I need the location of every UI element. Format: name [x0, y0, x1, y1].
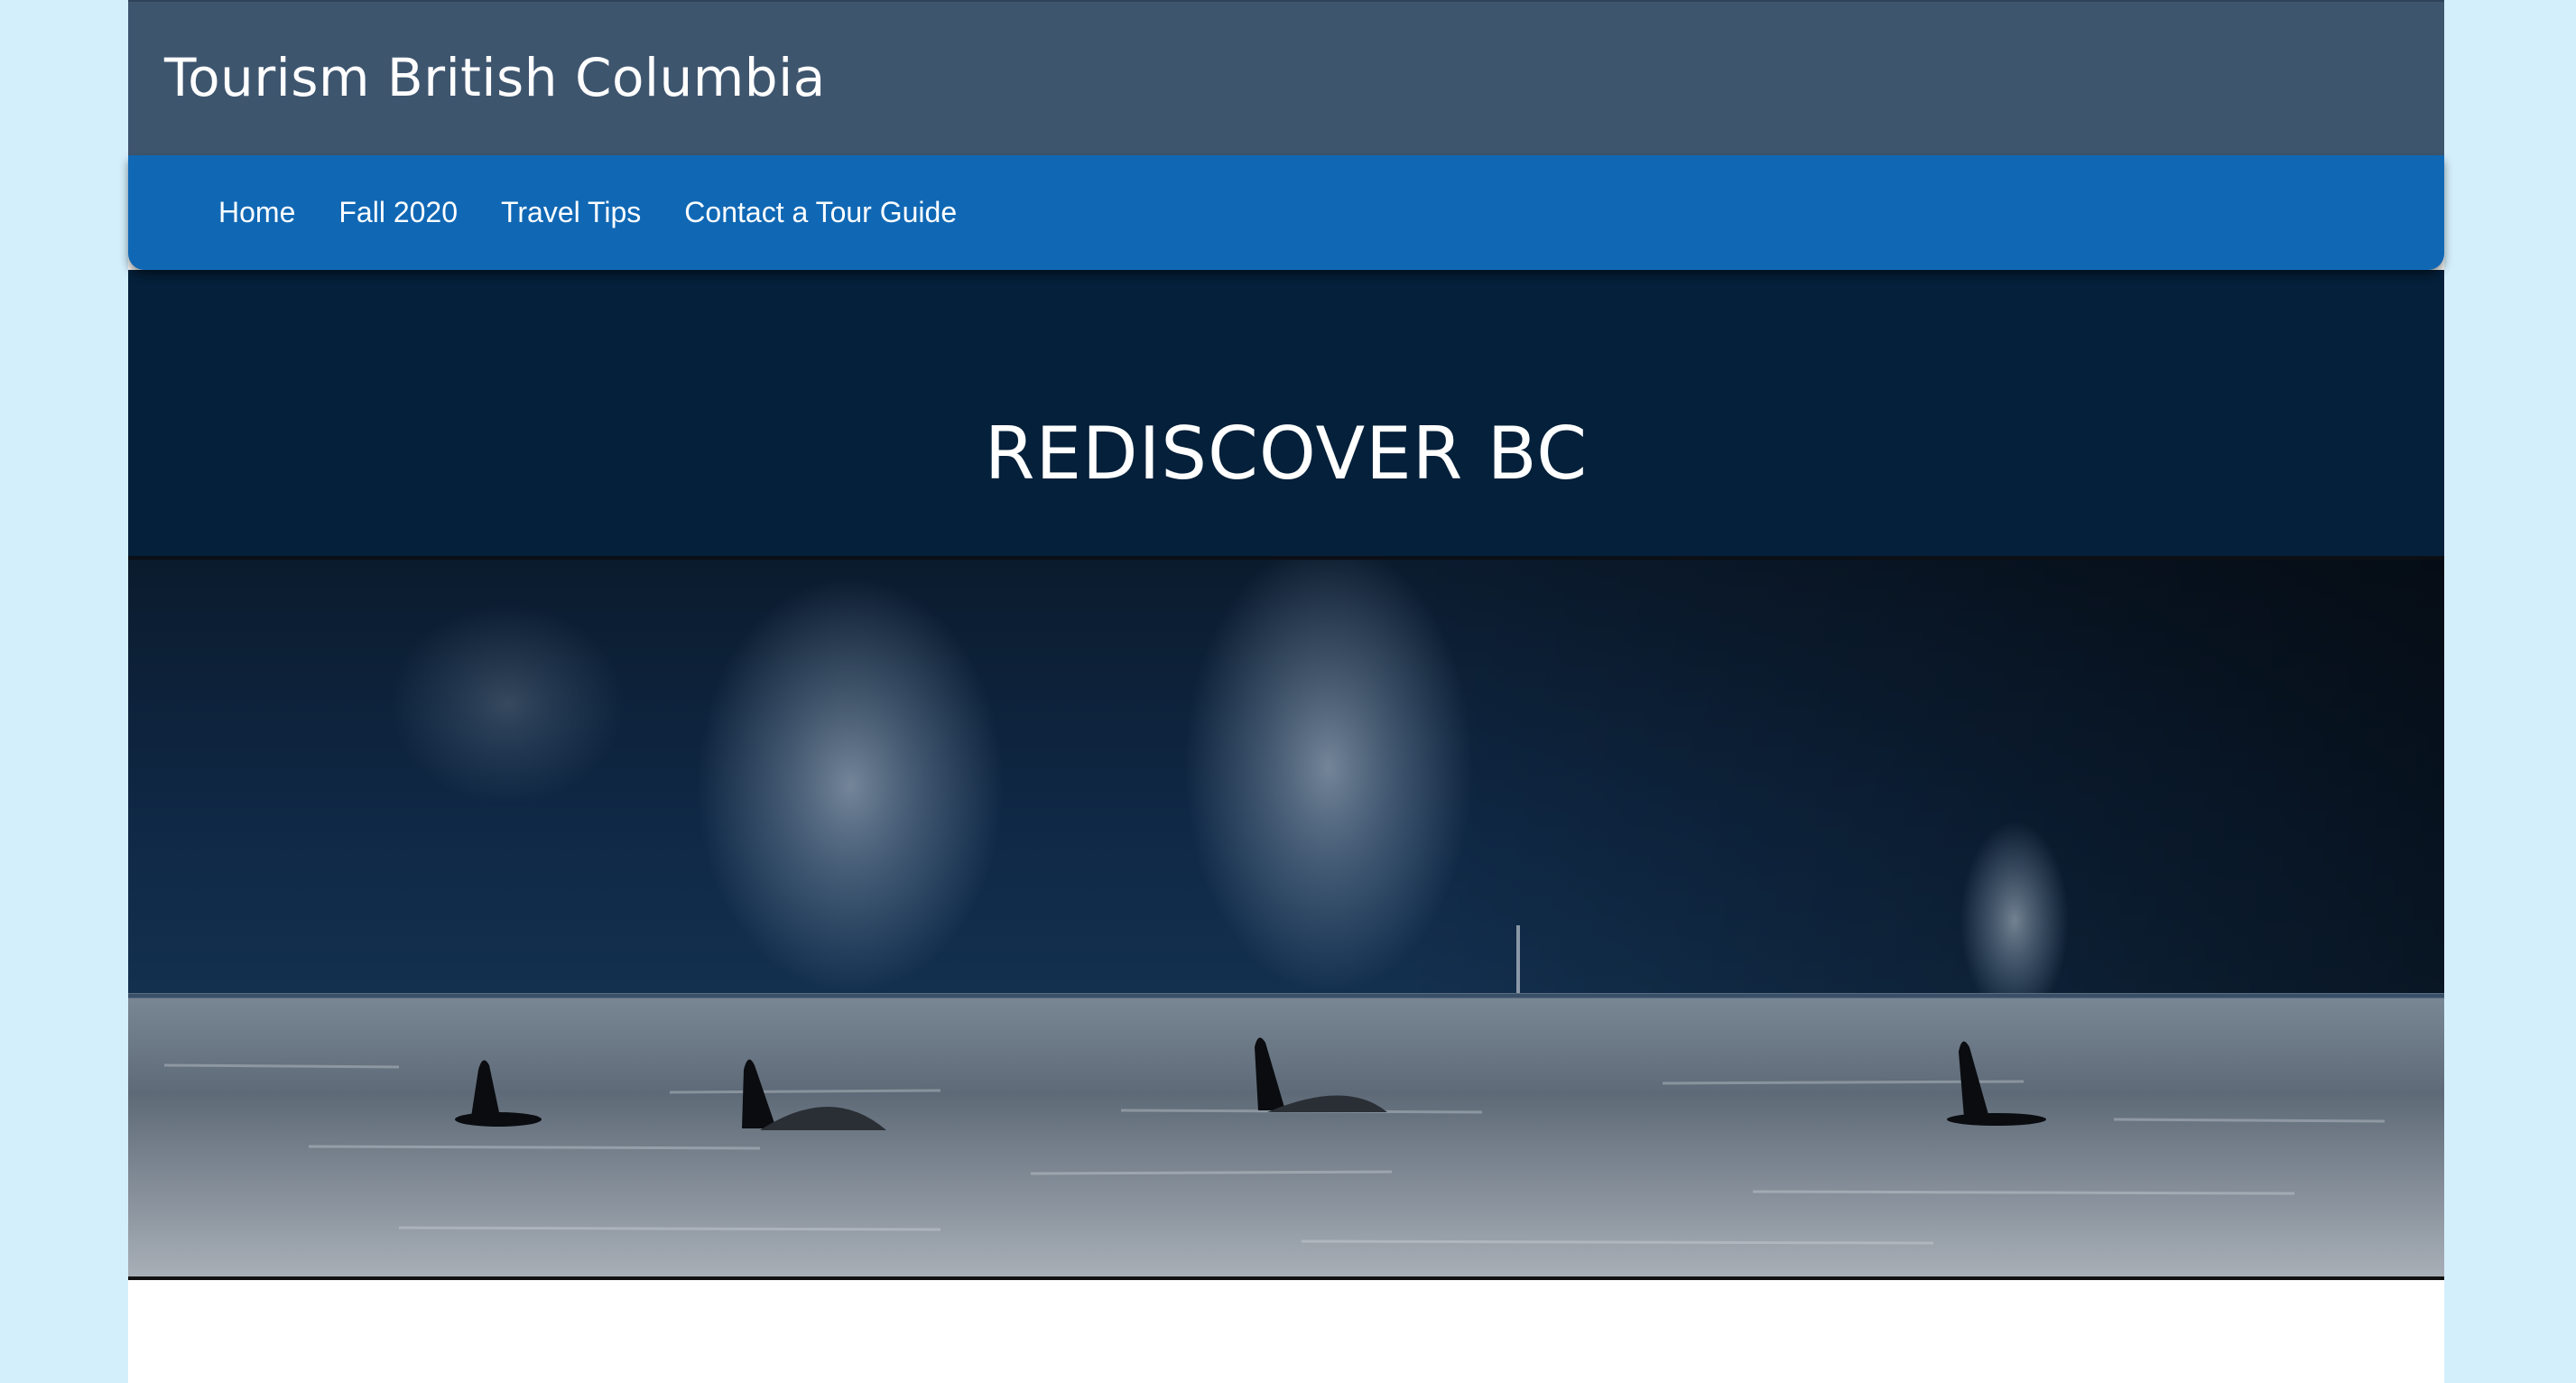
nav-item-home[interactable]: Home — [218, 196, 295, 229]
hero-title: REDISCOVER BC — [984, 412, 1589, 496]
nav-item-contact-tour-guide[interactable]: Contact a Tour Guide — [684, 196, 957, 229]
nav-item-fall-2020[interactable]: Fall 2020 — [338, 196, 458, 229]
page-container: Tourism British Columbia Home Fall 2020 … — [128, 0, 2444, 1383]
orca-whales-photo — [128, 560, 2444, 1280]
whale-blow-mist — [390, 605, 625, 803]
whale-blow-mist — [1184, 560, 1473, 993]
hero-banner: REDISCOVER BC — [128, 270, 2444, 560]
whale-blow-mist — [697, 578, 1004, 993]
nav-list: Home Fall 2020 Travel Tips Contact a Tou… — [218, 155, 1000, 270]
site-header: Tourism British Columbia — [128, 0, 2444, 155]
site-title: Tourism British Columbia — [164, 47, 826, 108]
nav-item-travel-tips[interactable]: Travel Tips — [501, 196, 641, 229]
whale-blow-mist — [1960, 821, 2069, 1020]
main-nav: Home Fall 2020 Travel Tips Contact a Tou… — [128, 155, 2444, 270]
